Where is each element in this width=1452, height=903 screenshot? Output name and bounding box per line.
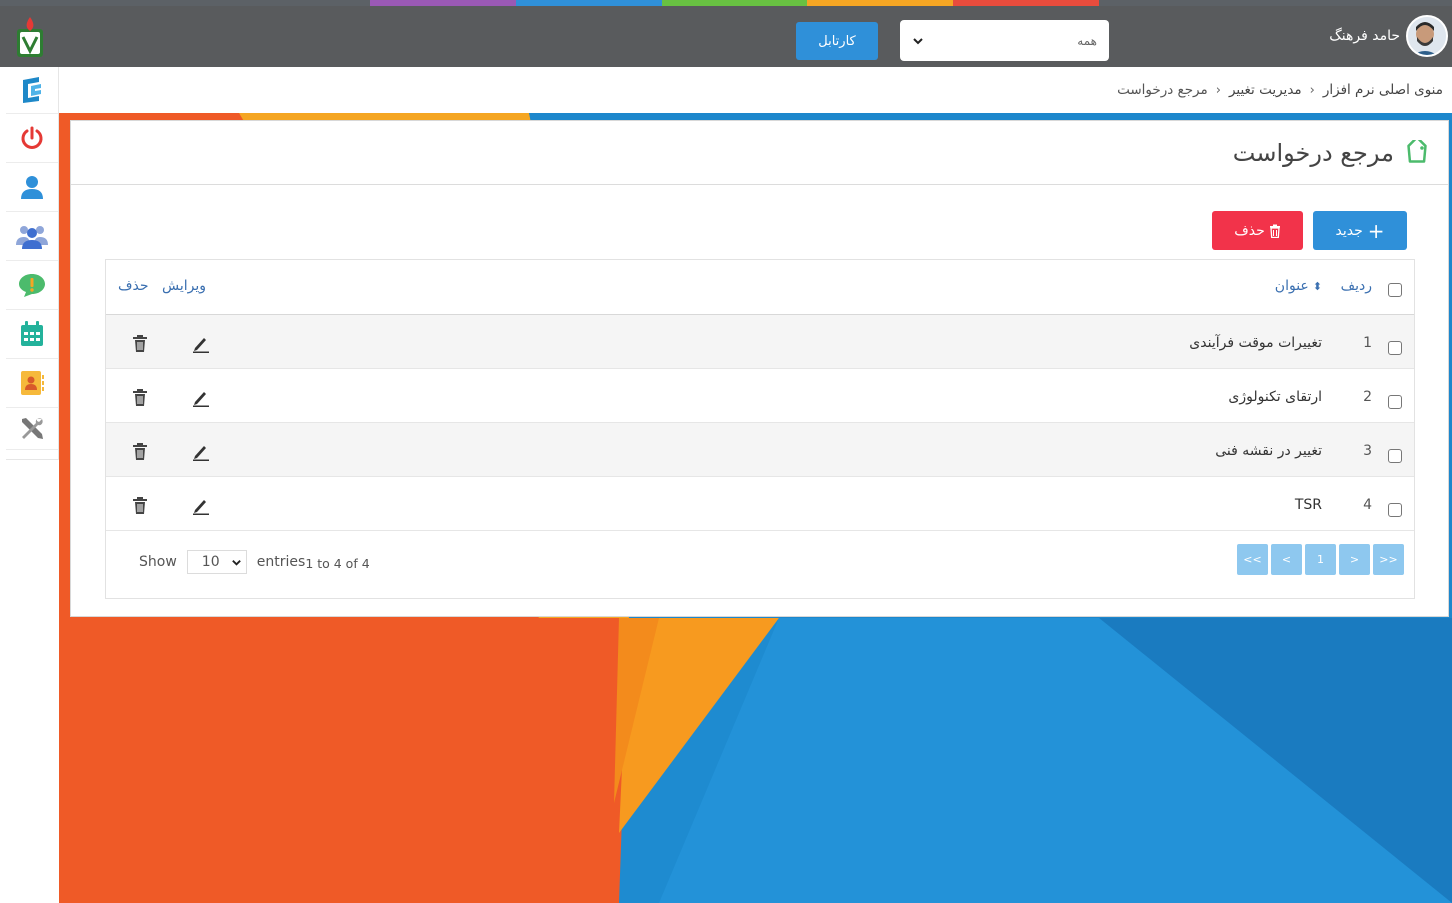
chevron-left-icon: ‹	[1309, 82, 1315, 98]
tools-icon	[22, 417, 43, 439]
sidebar-item-messages[interactable]	[6, 261, 58, 310]
pager-last-button[interactable]: >>	[1373, 544, 1404, 575]
sidebar-item-profile[interactable]	[6, 163, 58, 212]
column-header-row[interactable]: ردیف	[1341, 278, 1372, 294]
avatar	[1406, 15, 1448, 57]
sidebar-item-settings[interactable]	[6, 408, 58, 450]
row-title: تغییر در نقشه فنی	[1215, 443, 1322, 459]
table-header: ردیف ⬍عنوان ویرایش حذف	[106, 260, 1414, 315]
entries-label: entries	[256, 554, 306, 570]
plus-icon: +	[1367, 218, 1385, 243]
breadcrumb-item-current: مرجع درخواست	[1117, 82, 1208, 98]
row-number: 3	[1363, 443, 1372, 459]
top-bar	[0, 6, 1452, 67]
row-checkbox[interactable]	[1388, 395, 1402, 409]
table-footer: Show 10 entries 1 to 4 of 4 << < 1 > >>	[106, 532, 1414, 598]
sidebar-item-contacts[interactable]	[6, 359, 58, 408]
row-title: ارتقای تکنولوژی	[1228, 389, 1322, 405]
edit-icon[interactable]	[192, 443, 210, 461]
row-number: 1	[1363, 335, 1372, 351]
filter-select[interactable]: همه	[900, 20, 1109, 61]
breadcrumb-item-change-management[interactable]: مدیریت تغییر	[1229, 82, 1302, 98]
edit-icon[interactable]	[192, 497, 210, 515]
tag-icon	[1407, 139, 1427, 163]
pager-page-button[interactable]: 1	[1305, 544, 1336, 575]
edit-icon[interactable]	[192, 389, 210, 407]
entries-info: 1 to 4 of 4	[305, 556, 370, 571]
show-label: Show	[139, 554, 177, 570]
breadcrumb: منوی اصلی نرم افزار ‹ مدیریت تغییر ‹ مرج…	[59, 67, 1452, 113]
sidebar	[6, 67, 59, 460]
row-title: تغییرات موقت فرآیندی	[1189, 335, 1322, 351]
pager-first-button[interactable]: <<	[1237, 544, 1268, 575]
row-checkbox[interactable]	[1388, 341, 1402, 355]
column-header-title-label: عنوان	[1274, 278, 1309, 294]
table-row[interactable]: 2 ارتقای تکنولوژی	[106, 369, 1414, 423]
page-title: مرجع درخواست	[1232, 138, 1394, 167]
page-length-control: Show 10 entries 1 to 4 of 4	[139, 550, 370, 574]
table-row[interactable]: 4 TSR	[106, 477, 1414, 531]
chat-alert-icon	[19, 274, 45, 297]
chevron-down-icon	[231, 559, 241, 566]
sidebar-item-logout[interactable]	[6, 114, 58, 163]
sidebar-item-calendar[interactable]	[6, 310, 58, 359]
emblem-icon	[17, 16, 43, 57]
power-icon	[21, 126, 43, 149]
column-header-delete: حذف	[118, 278, 149, 294]
sidebar-item-users[interactable]	[6, 212, 58, 261]
trash-icon[interactable]	[132, 335, 148, 353]
panel-header: مرجع درخواست	[71, 121, 1448, 185]
chevron-down-icon	[913, 37, 923, 44]
app-logo-icon	[23, 77, 41, 103]
user-profile[interactable]: حامد فرهنگ	[1329, 10, 1448, 62]
new-button[interactable]: + جدید	[1313, 211, 1407, 250]
trash-icon	[1269, 224, 1280, 238]
page-size-select[interactable]: 10	[186, 550, 247, 574]
pager-next-button[interactable]: >	[1339, 544, 1370, 575]
row-title: TSR	[1294, 497, 1322, 513]
pagination: << < 1 > >>	[1237, 544, 1404, 575]
user-icon	[21, 176, 43, 199]
sort-icon: ⬍	[1312, 280, 1322, 293]
column-header-edit: ویرایش	[162, 278, 207, 294]
table-row[interactable]: 3 تغییر در نقشه فنی	[106, 423, 1414, 477]
app-logo[interactable]	[0, 6, 60, 67]
sidebar-item-app[interactable]	[6, 67, 58, 114]
row-number: 2	[1363, 389, 1372, 405]
breadcrumb-item-home[interactable]: منوی اصلی نرم افزار	[1323, 82, 1443, 98]
delete-button-label: حذف	[1234, 222, 1265, 239]
trash-icon[interactable]	[132, 497, 148, 515]
row-number: 4	[1363, 497, 1372, 513]
pager-prev-button[interactable]: <	[1271, 544, 1302, 575]
data-table: ردیف ⬍عنوان ویرایش حذف 1 تغییرات موقت فر…	[105, 259, 1415, 599]
calendar-icon	[21, 321, 43, 346]
main-panel: مرجع درخواست + جدید حذف ردیف ⬍عنوان ویرا…	[70, 120, 1449, 617]
page-size-value: 10	[201, 554, 220, 570]
username: حامد فرهنگ	[1329, 28, 1400, 44]
table-row[interactable]: 1 تغییرات موقت فرآیندی	[106, 315, 1414, 369]
filter-select-value: همه	[1077, 33, 1097, 48]
edit-icon[interactable]	[192, 335, 210, 353]
new-button-label: جدید	[1335, 222, 1363, 239]
chevron-left-icon: ‹	[1215, 82, 1221, 98]
trash-icon[interactable]	[132, 443, 148, 461]
trash-icon[interactable]	[132, 389, 148, 407]
kartabl-button[interactable]: کارتابل	[796, 22, 878, 60]
row-checkbox[interactable]	[1388, 503, 1402, 517]
contact-card-icon	[21, 371, 44, 395]
users-icon	[16, 226, 48, 249]
select-all-checkbox[interactable]	[1388, 283, 1402, 297]
column-header-title[interactable]: ⬍عنوان	[1275, 278, 1322, 294]
row-checkbox[interactable]	[1388, 449, 1402, 463]
delete-button[interactable]: حذف	[1212, 211, 1303, 250]
